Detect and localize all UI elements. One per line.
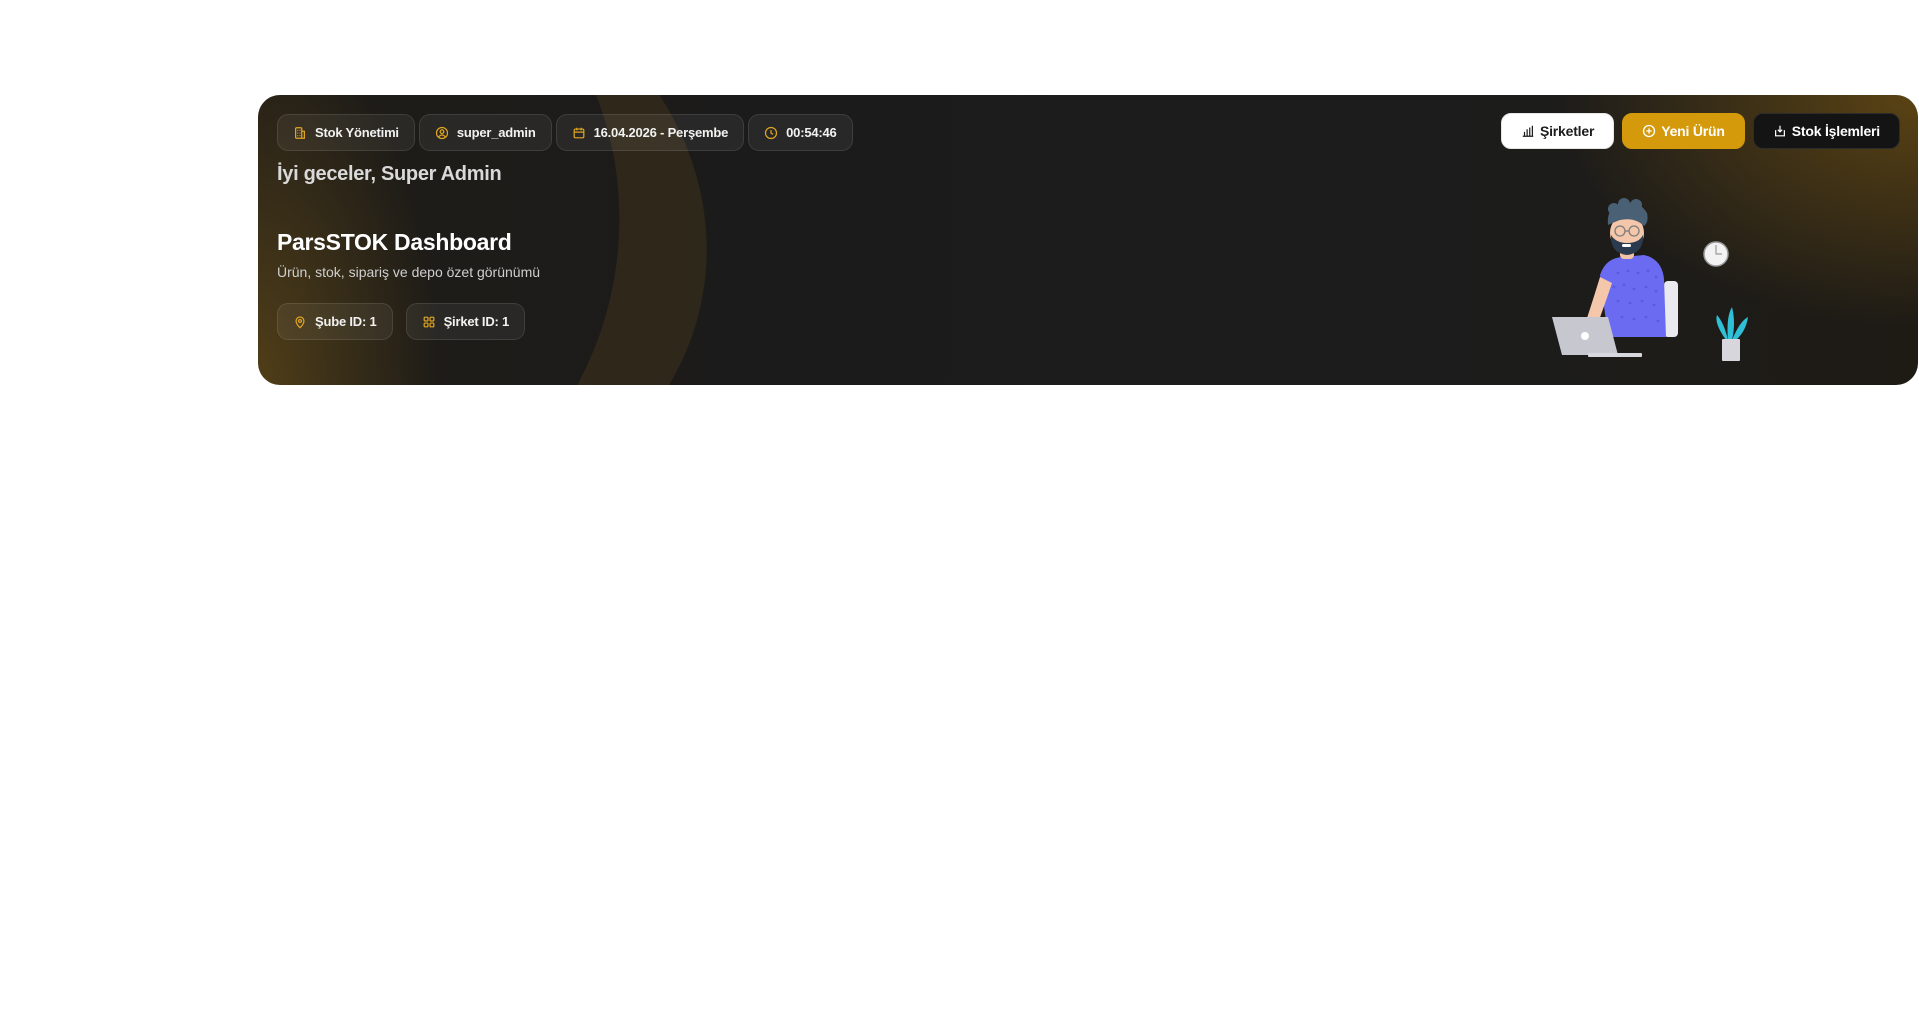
chip-time: 00:54:46 [748, 114, 853, 151]
chip-company-id-label: Şirket ID: 1 [443, 314, 510, 329]
grid-icon [423, 316, 435, 327]
chip-date: 16.04.2026 - Perşembe [555, 114, 745, 151]
chip-user: super_admin [418, 114, 552, 151]
hero-actions: Şirketler Yeni Ürün Stok İşlemleri [1500, 113, 1900, 149]
chip-date-label: 16.04.2026 - Perşembe [593, 125, 729, 140]
building-icon [295, 126, 305, 139]
location-pin-icon [295, 315, 305, 329]
dashboard-hero-banner: Stok Yönetimi super_admin 16.04.2026 - P… [258, 95, 1918, 385]
stock-operations-button[interactable]: Stok İşlemleri [1752, 113, 1900, 149]
context-chips: Şube ID: 1 Şirket ID: 1 [277, 303, 526, 340]
chip-branch-id: Şube ID: 1 [277, 303, 393, 340]
greeting-text: İyi geceler, Super Admin [277, 163, 502, 185]
new-product-button[interactable]: Yeni Ürün [1622, 113, 1745, 149]
plus-circle-icon [1643, 124, 1656, 138]
page-title: ParsSTOK Dashboard [277, 229, 512, 255]
new-product-button-label: Yeni Ürün [1661, 123, 1725, 139]
user-circle-icon [435, 126, 448, 139]
chip-user-label: super_admin [456, 125, 536, 140]
header-info-chips: Stok Yönetimi super_admin 16.04.2026 - P… [277, 114, 853, 151]
chip-module: Stok Yönetimi [277, 114, 415, 151]
companies-button[interactable]: Şirketler [1500, 113, 1615, 149]
clock-icon [765, 126, 778, 139]
page-subtitle: Ürün, stok, sipariş ve depo özet görünüm… [277, 264, 541, 280]
inbox-down-icon [1774, 125, 1785, 137]
chip-branch-id-label: Şube ID: 1 [315, 314, 377, 329]
calendar-icon [573, 127, 584, 138]
companies-button-label: Şirketler [1539, 123, 1595, 139]
chip-time-label: 00:54:46 [786, 125, 837, 140]
chip-company-id: Şirket ID: 1 [405, 303, 526, 340]
chip-module-label: Stok Yönetimi [315, 125, 399, 140]
stock-operations-button-label: Stok İşlemleri [1791, 123, 1880, 139]
bar-chart-icon [1522, 125, 1534, 137]
person-at-laptop-illustration [1552, 198, 1748, 361]
